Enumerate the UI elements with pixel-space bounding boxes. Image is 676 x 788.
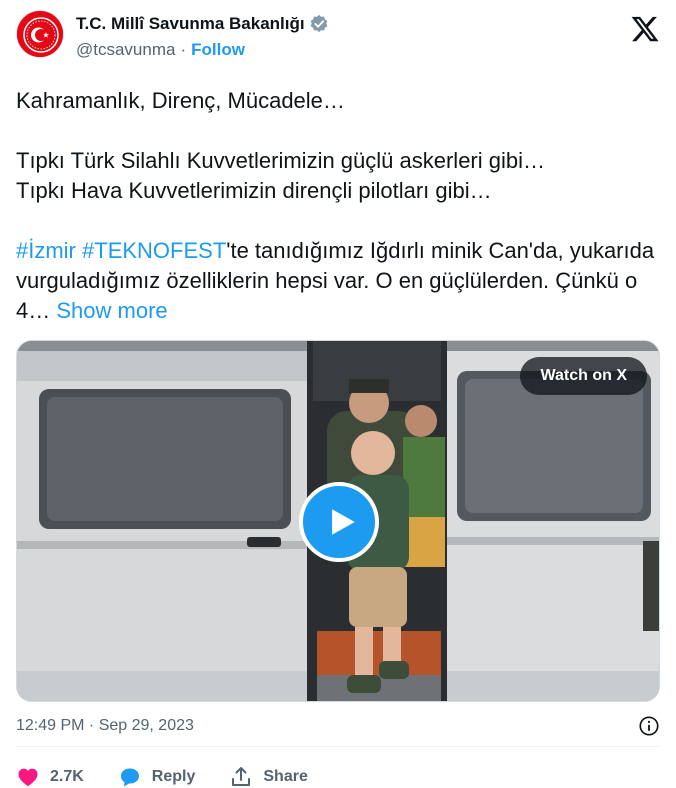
separator-dot: · bbox=[180, 40, 187, 59]
emblem-icon bbox=[17, 11, 63, 57]
share-label: Share bbox=[263, 768, 308, 785]
hashtag-izmir[interactable]: #İzmir bbox=[16, 238, 76, 263]
tweet-line-2: Tıpkı Türk Silahlı Kuvvetlerimizin güçlü… bbox=[16, 148, 545, 173]
like-button[interactable]: 2.7K bbox=[16, 765, 84, 788]
hashtag-teknofest[interactable]: #TEKNOFEST bbox=[82, 238, 226, 263]
tweet-meta: 12:49 PM · Sep 29, 2023 bbox=[16, 714, 660, 738]
tweet-timestamp[interactable]: 12:49 PM · Sep 29, 2023 bbox=[16, 717, 194, 735]
play-button[interactable] bbox=[299, 482, 379, 562]
divider bbox=[16, 746, 660, 747]
verified-badge-icon bbox=[310, 14, 327, 33]
x-logo-icon[interactable] bbox=[630, 14, 660, 44]
reply-bubble-icon bbox=[120, 768, 139, 787]
account-avatar[interactable] bbox=[16, 10, 64, 58]
video-media[interactable]: Watch on X bbox=[16, 340, 660, 702]
like-count: 2.7K bbox=[50, 768, 84, 785]
tweet-line-3: Tıpkı Hava Kuvvetlerimizin dirençli pilo… bbox=[16, 178, 492, 203]
reply-label: Reply bbox=[151, 768, 196, 785]
tweet-line-1: Kahramanlık, Direnç, Mücadele… bbox=[16, 88, 345, 113]
display-name[interactable]: T.C. Millî Savunma Bakanlığı bbox=[76, 14, 305, 34]
name-row: T.C. Millî Savunma Bakanlığı bbox=[76, 14, 329, 34]
share-button[interactable]: Share bbox=[229, 765, 308, 788]
handle-row: @tcsavunma · Follow bbox=[76, 40, 245, 60]
action-bar: 2.7K Reply Share bbox=[16, 762, 342, 788]
info-icon[interactable] bbox=[638, 715, 660, 737]
reply-button[interactable]: Reply bbox=[118, 765, 196, 788]
tweet-text: Kahramanlık, Direnç, Mücadele… Tıpkı Tür… bbox=[16, 86, 660, 326]
play-icon bbox=[332, 509, 355, 535]
account-handle[interactable]: @tcsavunma bbox=[76, 40, 175, 60]
show-more-link[interactable]: Show more bbox=[56, 298, 167, 323]
follow-button[interactable]: Follow bbox=[191, 40, 245, 60]
tweet-paragraph-3: #İzmir #TEKNOFEST'te tanıdığımız Iğdırlı… bbox=[16, 236, 660, 326]
watch-on-x-button[interactable]: Watch on X bbox=[520, 357, 647, 395]
heart-icon bbox=[18, 768, 38, 787]
tweet-header: T.C. Millî Savunma Bakanlığı @tcsavunma … bbox=[16, 10, 660, 66]
share-icon bbox=[232, 767, 251, 786]
